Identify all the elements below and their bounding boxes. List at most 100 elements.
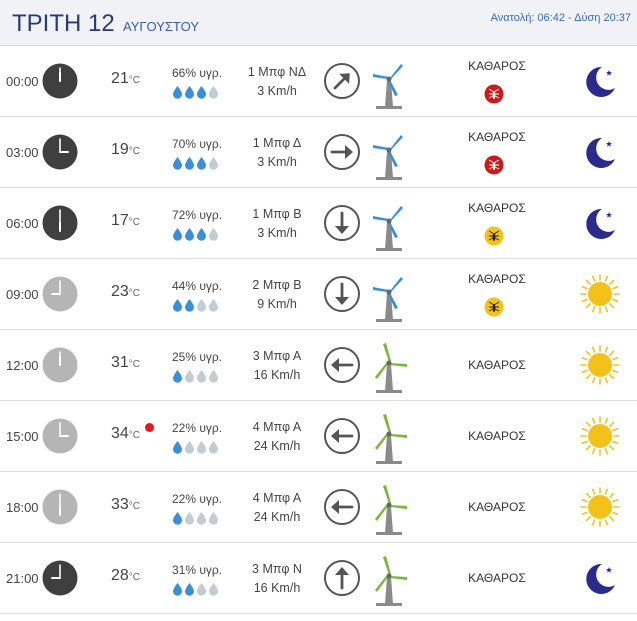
drop-filled-icon	[172, 86, 184, 103]
drop-empty-icon	[196, 583, 208, 600]
clock-night-icon	[42, 63, 78, 99]
wind-speed: 9 Km/h	[257, 297, 297, 311]
drop-empty-icon	[184, 441, 196, 458]
temperature-value: 23	[111, 283, 129, 300]
drop-empty-icon	[184, 512, 196, 529]
forecast-time: 15:00	[6, 429, 39, 444]
humidity-drops	[172, 582, 220, 596]
temperature: 21°C	[111, 70, 140, 88]
sky-condition: ΚΑΘΑΡΟΣ	[468, 571, 526, 585]
arrow-west-icon	[323, 417, 361, 455]
sun-icon	[580, 487, 620, 527]
humidity-drops	[172, 298, 220, 312]
wind-force: 1 Μπφ Β	[252, 207, 302, 221]
sunset-time: Δύση 20:37	[574, 12, 631, 24]
forecast-row: 00:00 21°C 66% υγρ. 1 Μπφ ΝΔ 3 Km/h ΚΑΘΑΡΟΣ	[0, 46, 637, 117]
day-header: ΤΡΙΤΗ 12 ΑΥΓΟΥΣΤΟΥ Ανατολή: 06:42 - Δύση…	[0, 0, 637, 46]
temperature-unit: °C	[128, 359, 141, 370]
drop-empty-icon	[196, 299, 208, 316]
drop-filled-icon	[196, 86, 208, 103]
drop-empty-icon	[208, 583, 220, 600]
temperature: 34°C	[111, 425, 140, 443]
sky-condition: ΚΑΘΑΡΟΣ	[468, 201, 526, 215]
temperature-value: 28	[111, 567, 129, 584]
drop-empty-icon	[208, 512, 220, 529]
forecast-time: 09:00	[6, 287, 39, 302]
clock-night-icon	[42, 560, 78, 596]
clock-day-icon	[42, 418, 78, 454]
forecast-row: 06:00 17°C 72% υγρ. 1 Μπφ Β3 Km/h ΚΑΘΑΡΟΣ	[0, 188, 637, 259]
sky-condition: ΚΑΘΑΡΟΣ	[468, 358, 526, 372]
temperature: 23°C	[111, 283, 140, 301]
drop-empty-icon	[208, 86, 220, 103]
day-month: ΑΥΓΟΥΣΤΟΥ	[123, 19, 200, 34]
humidity-drops	[172, 156, 220, 170]
sky-condition: ΚΑΘΑΡΟΣ	[468, 59, 526, 73]
drop-filled-icon	[172, 512, 184, 529]
moon-icon	[580, 61, 620, 101]
temperature: 19°C	[111, 141, 140, 159]
sun-times: Ανατολή: 06:42 - Δύση 20:37	[491, 12, 631, 24]
drop-empty-icon	[208, 228, 220, 245]
humidity-drops	[172, 369, 220, 383]
drop-filled-icon	[184, 157, 196, 174]
drop-filled-icon	[184, 299, 196, 316]
clock-day-icon	[42, 489, 78, 525]
moon-icon	[580, 203, 620, 243]
drop-filled-icon	[172, 441, 184, 458]
temperature-value: 34	[111, 425, 129, 442]
moon-icon	[580, 132, 620, 172]
wind-speed: 3 Km/h	[257, 226, 297, 240]
forecast-time: 03:00	[6, 145, 39, 160]
sun-icon	[580, 416, 620, 456]
drop-empty-icon	[196, 512, 208, 529]
arrow-west-icon	[323, 488, 361, 526]
sunrise-time: Ανατολή: 06:42	[490, 12, 565, 24]
mosquito-yellow-icon	[484, 297, 504, 317]
drop-empty-icon	[208, 299, 220, 316]
forecast-row: 09:00 23°C 44% υγρ. 2 Μπφ Β9 Km/h ΚΑΘΑΡΟΣ	[0, 259, 637, 330]
wind-force: 4 Μπφ Α	[252, 420, 302, 434]
sky-condition: ΚΑΘΑΡΟΣ	[468, 130, 526, 144]
sun-icon	[580, 345, 620, 385]
arrow-east-icon	[323, 133, 361, 171]
wind-speed: 16 Km/h	[253, 581, 301, 595]
temperature: 28°C	[111, 567, 140, 585]
humidity-drops	[172, 227, 220, 241]
wind-turbine-light-icon	[368, 271, 412, 323]
wind-turbine-strong-icon	[368, 413, 412, 465]
hot-temperature-marker	[145, 423, 154, 432]
moon-icon	[580, 558, 620, 598]
temperature-unit: °C	[128, 288, 141, 299]
drop-filled-icon	[184, 583, 196, 600]
temperature-unit: °C	[128, 501, 141, 512]
temperature-unit: °C	[128, 146, 141, 157]
clock-night-icon	[42, 205, 78, 241]
humidity-drops	[172, 511, 220, 525]
wind-force: 1 Μπφ ΝΔ	[247, 65, 307, 79]
wind-speed: 16 Km/h	[253, 368, 301, 382]
mosquito-yellow-icon	[484, 226, 504, 246]
wind-speed: 24 Km/h	[253, 439, 301, 453]
wind-turbine-strong-icon	[368, 484, 412, 536]
clock-day-icon	[42, 347, 78, 383]
temperature-unit: °C	[128, 75, 141, 86]
temperature-value: 33	[111, 496, 129, 513]
wind-speed: 3 Km/h	[257, 84, 297, 98]
forecast-row: 12:00 31°C 25% υγρ. 3 Μπφ Α 16 Km/h ΚΑΘΑΡΟΣ	[0, 330, 637, 401]
drop-filled-icon	[172, 370, 184, 387]
temperature-value: 21	[111, 70, 129, 87]
wind-force: 3 Μπφ Α	[252, 349, 302, 363]
temperature-unit: °C	[128, 572, 141, 583]
wind-turbine-light-icon	[368, 58, 412, 110]
drop-filled-icon	[196, 157, 208, 174]
humidity-drops	[172, 85, 220, 99]
sun-icon	[580, 274, 620, 314]
forecast-row: 18:00 33°C 22% υγρ. 4 Μπφ Α 24 Km/h ΚΑΘΑΡΟΣ	[0, 472, 637, 543]
wind-speed: 3 Km/h	[257, 155, 297, 169]
drop-filled-icon	[172, 157, 184, 174]
wind-force: 2 Μπφ Β	[252, 278, 302, 292]
drop-filled-icon	[196, 228, 208, 245]
wind-speed: 24 Km/h	[253, 510, 301, 524]
drop-empty-icon	[208, 157, 220, 174]
